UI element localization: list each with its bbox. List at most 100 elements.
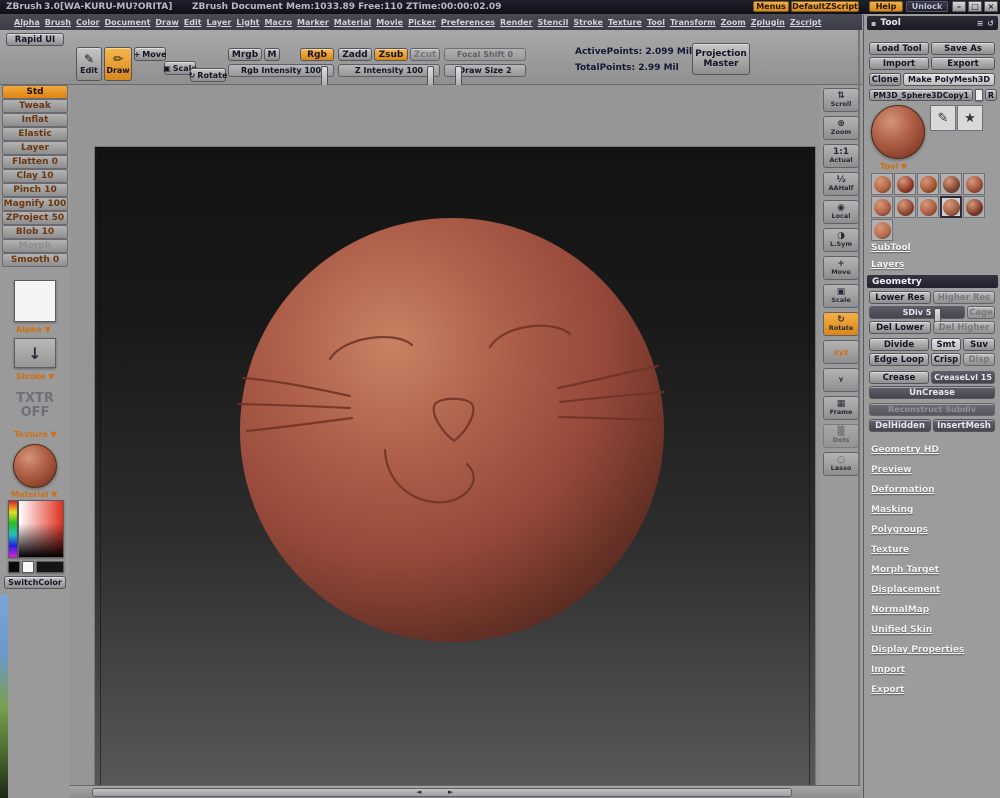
palette-section[interactable]: Import — [871, 665, 997, 677]
brush-button[interactable]: Flatten 0 — [2, 155, 68, 169]
tool-thumbnail[interactable] — [871, 173, 893, 195]
mrgb-toggle[interactable]: Mrgb — [228, 48, 262, 61]
subtool-section[interactable]: SubTool — [871, 243, 911, 255]
menu-item[interactable]: Stencil — [537, 18, 568, 27]
brush-button[interactable]: Std — [2, 85, 68, 99]
uncrease-button[interactable]: UnCrease — [869, 386, 995, 399]
brush-button[interactable]: Tweak — [2, 99, 68, 113]
del-hidden-button[interactable]: DelHidden — [869, 419, 931, 432]
close-button[interactable]: × — [984, 1, 998, 12]
menu-item[interactable]: Light — [236, 18, 259, 27]
view-control-button[interactable]: + Move — [823, 256, 859, 280]
load-tool-button[interactable]: Load Tool — [869, 42, 929, 55]
tool-palette-header[interactable]: ▪ Tool ≡ ↺ — [867, 16, 998, 30]
default-zscript-button[interactable]: DefaultZScript — [791, 1, 859, 12]
tool-thumbnail[interactable]: ✎ — [930, 105, 956, 131]
brush-button[interactable]: Inflat — [2, 113, 68, 127]
menu-item[interactable]: Preferences — [441, 18, 495, 27]
minimize-button[interactable]: – — [952, 1, 966, 12]
menu-item[interactable]: Stroke — [573, 18, 603, 27]
scroll-right-arrow[interactable]: ► — [448, 788, 453, 797]
color-picker[interactable] — [18, 500, 64, 558]
secondary-color-swatch[interactable] — [22, 561, 34, 573]
z-intensity-slider[interactable]: Z Intensity 100 — [338, 64, 440, 77]
menu-item[interactable]: Document — [105, 18, 151, 27]
clone-button[interactable]: Clone — [869, 73, 901, 86]
scrollbar-thumb[interactable] — [92, 788, 792, 797]
tool-thumbnail[interactable] — [963, 196, 985, 218]
zsub-toggle[interactable]: Zsub — [374, 48, 408, 61]
main-color-swatch[interactable] — [8, 561, 20, 573]
tool-thumbnail[interactable] — [894, 173, 916, 195]
brush-button[interactable]: Elastic — [2, 127, 68, 141]
view-control-button[interactable]: ▦ Frame — [823, 396, 859, 420]
menu-item[interactable]: Tool — [647, 18, 665, 27]
horizontal-scrollbar[interactable]: ◄ ► — [70, 785, 860, 798]
brush-button[interactable]: Layer — [2, 141, 68, 155]
make-polymesh3d-button[interactable]: Make PolyMesh3D — [903, 73, 995, 86]
brush-button[interactable]: Blob 10 — [2, 225, 68, 239]
tool-selector[interactable]: Tool ▼ — [880, 162, 907, 171]
view-control-button[interactable]: ½ AAHalf — [823, 172, 859, 196]
palette-section[interactable]: Morph Target — [871, 565, 997, 577]
del-lower-button[interactable]: Del Lower — [869, 321, 931, 334]
hue-strip[interactable] — [8, 500, 18, 558]
menu-item[interactable]: Layer — [207, 18, 232, 27]
tool-thumbnail[interactable] — [894, 196, 916, 218]
brush-button[interactable]: Morph — [2, 239, 68, 253]
menu-item[interactable]: Material — [334, 18, 371, 27]
current-tool-preview[interactable] — [871, 105, 925, 159]
export-tool-button[interactable]: Export — [931, 57, 995, 70]
view-control-button[interactable]: ◉ Local — [823, 200, 859, 224]
menu-item[interactable]: Picker — [408, 18, 436, 27]
tool-thumbnail[interactable] — [963, 173, 985, 195]
menu-item[interactable]: Edit — [184, 18, 202, 27]
projection-master-button[interactable]: Projection Master — [692, 43, 750, 75]
texture-selector[interactable]: Texture ▼ — [14, 430, 57, 439]
switch-color-button[interactable]: SwitchColor — [4, 576, 66, 589]
brush-button[interactable]: Smooth 0 — [2, 253, 68, 267]
menus-button[interactable]: Menus — [753, 1, 789, 12]
menu-item[interactable]: Color — [76, 18, 100, 27]
view-control-button[interactable]: ⇅ Scroll — [823, 88, 859, 112]
view-control-button[interactable]: xyz — [823, 340, 859, 364]
texture-off-indicator[interactable]: TXTR OFF — [8, 392, 62, 420]
move-button[interactable]: +Move — [134, 47, 166, 61]
menu-item[interactable]: Render — [500, 18, 532, 27]
edit-button[interactable]: ✎ Edit — [76, 47, 102, 81]
tool-thumbnail[interactable] — [917, 173, 939, 195]
brush-button[interactable]: Clay 10 — [2, 169, 68, 183]
rgb-intensity-slider[interactable]: Rgb Intensity 100 — [228, 64, 334, 77]
view-control-button[interactable]: ▣ Scale — [823, 284, 859, 308]
palette-section[interactable]: Geometry HD — [871, 445, 997, 457]
draw-button[interactable]: ✏ Draw — [104, 47, 132, 81]
zadd-toggle[interactable]: Zadd — [338, 48, 372, 61]
menu-item[interactable]: Marker — [297, 18, 329, 27]
import-tool-button[interactable]: Import — [869, 57, 929, 70]
tool-thumbnail[interactable] — [871, 196, 893, 218]
restore-button[interactable]: □ — [968, 1, 982, 12]
brush-button[interactable]: Magnify 100 — [2, 197, 68, 211]
tool-thumbnail[interactable] — [917, 196, 939, 218]
palette-cycle-icon[interactable]: ↺ — [987, 19, 994, 28]
tool-thumbnail[interactable] — [940, 173, 962, 195]
palette-section[interactable]: Unified Skin — [871, 625, 997, 637]
help-button[interactable]: Help — [869, 1, 903, 12]
rgb-toggle[interactable]: Rgb — [300, 48, 334, 61]
palette-section[interactable]: Display Properties — [871, 645, 997, 657]
unlock-button[interactable]: Unlock — [906, 1, 948, 12]
tool-thumbnail[interactable] — [940, 196, 962, 218]
palette-section[interactable]: NormalMap — [871, 605, 997, 617]
menu-item[interactable]: Draw — [155, 18, 178, 27]
rapid-ui-button[interactable]: Rapid UI — [6, 33, 64, 46]
reconstruct-subdiv-button[interactable]: Reconstruct Subdiv — [869, 403, 995, 416]
alpha-selector[interactable]: Alpha ▼ — [16, 325, 51, 334]
menu-item[interactable]: Texture — [608, 18, 642, 27]
scroll-left-arrow[interactable]: ◄ — [416, 788, 421, 797]
view-control-button[interactable]: ◌ Lasso — [823, 452, 859, 476]
palette-section[interactable]: Polygroups — [871, 525, 997, 537]
cage-button[interactable]: Cage — [967, 306, 995, 319]
insert-mesh-button[interactable]: InsertMesh — [933, 419, 995, 432]
palette-menu-icon[interactable]: ≡ — [977, 19, 984, 28]
rotate-button[interactable]: ↻Rotate — [190, 68, 226, 82]
